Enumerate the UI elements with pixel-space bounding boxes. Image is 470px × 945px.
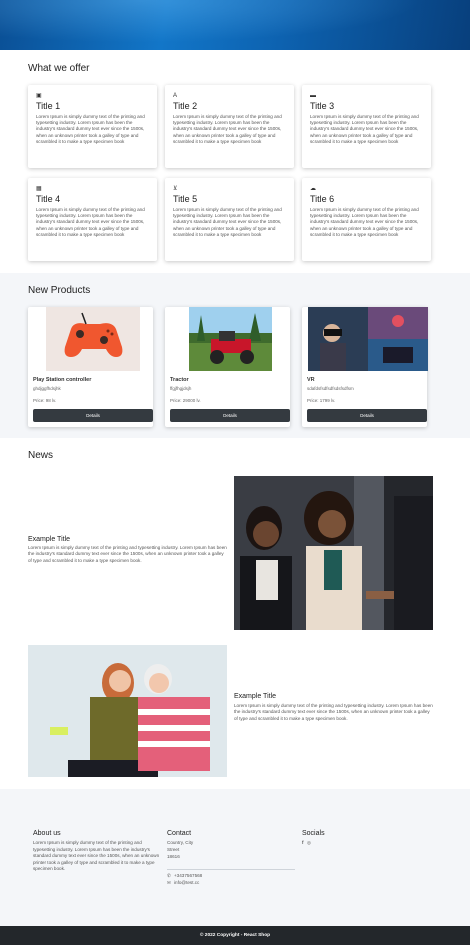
news-title: Example Title: [28, 536, 71, 543]
calendar-icon: ▦: [36, 186, 42, 192]
offer-card-text: Lorem Ipsum is simply dummy text of the …: [310, 207, 419, 237]
offer-card-text: Lorem Ipsum is simply dummy text of the …: [36, 207, 145, 237]
offer-card-text: Lorem Ipsum is simply dummy text of the …: [310, 114, 419, 144]
news-text: Lorem Ipsum is simply dummy text of the …: [234, 703, 433, 721]
offer-card-title: Title 5: [173, 194, 198, 204]
offer-card-text: Lorem Ipsum is simply dummy text of the …: [36, 114, 145, 144]
offer-card: ▬ Title 3 Lorem Ipsum is simply dummy te…: [302, 85, 431, 168]
envelope-icon: ✉: [167, 880, 171, 885]
gamepad-icon: [46, 307, 140, 371]
news-title: Example Title: [234, 693, 277, 700]
language-icon: A: [173, 93, 178, 99]
news-text: Lorem Ipsum is simply dummy text of the …: [28, 545, 227, 563]
products-heading: New Products: [28, 285, 91, 296]
instagram-icon[interactable]: ◎: [307, 840, 311, 847]
cloud-icon: ☁: [310, 186, 316, 192]
offer-card-title: Title 6: [310, 194, 335, 204]
car-icon: ▬: [310, 93, 316, 99]
offer-card: ⊻ Title 5 Lorem Ipsum is simply dummy te…: [165, 178, 294, 261]
offer-heading: What we offer: [28, 63, 90, 74]
footer-contact-heading: Contact: [167, 830, 192, 837]
tractor-icon: [189, 307, 272, 371]
phone-icon: ✆: [167, 873, 171, 878]
product-image-vr[interactable]: [308, 307, 428, 371]
news-image-handshake: [234, 476, 433, 630]
news-image-women: [28, 645, 227, 777]
product-card: VR sdafdsfsdfsdfsdsfsdfsm Price: 1799 lv…: [302, 307, 428, 427]
product-description: ffgjfhgjdsjh: [170, 386, 192, 391]
news-heading: News: [28, 450, 54, 461]
footer-about-text: Lorem Ipsum is simply dummy text of the …: [33, 840, 160, 872]
offer-card-text: Lorem Ipsum is simply dummy text of the …: [173, 114, 282, 144]
footer-address-line: Street: [167, 847, 180, 852]
product-price: Price: 98 lv.: [33, 398, 57, 403]
offer-card: ▣ Title 1 Lorem Ipsum is simply dummy te…: [28, 85, 157, 168]
footer-address-line: Country, City: [167, 840, 194, 845]
product-card: Play Station controller ghdjggfhdsjhk Pr…: [28, 307, 153, 427]
details-button[interactable]: Details: [170, 409, 290, 422]
product-name: VR: [307, 377, 315, 383]
facebook-icon[interactable]: f: [302, 840, 304, 847]
offer-card-title: Title 3: [310, 101, 335, 111]
product-name: Play Station controller: [33, 377, 92, 383]
offer-card: ☁ Title 6 Lorem Ipsum is simply dummy te…: [302, 178, 431, 261]
details-button[interactable]: Details: [33, 409, 153, 422]
footer-address-line: 18616: [167, 854, 180, 859]
hero-banner: [0, 0, 470, 50]
copyright-bar: © 2022 Copyright - React Shop: [0, 926, 470, 945]
details-button[interactable]: Details: [307, 409, 427, 422]
product-name: Tractor: [170, 377, 189, 383]
offer-card: ▦ Title 4 Lorem Ipsum is simply dummy te…: [28, 178, 157, 261]
product-description: ghdjggfhdsjhk: [33, 386, 61, 391]
product-price: Price: 29000 lv.: [170, 398, 201, 403]
offer-card-title: Title 2: [173, 101, 198, 111]
vr-headset-icon: [308, 307, 428, 371]
footer-divider: [167, 869, 295, 870]
product-description: sdafdsfsdfsdfsdsfsdfsm: [307, 386, 354, 391]
offer-card: A Title 2 Lorem Ipsum is simply dummy te…: [165, 85, 294, 168]
footer-about-heading: About us: [33, 830, 61, 837]
product-price: Price: 1799 lv.: [307, 398, 336, 403]
footer-phone: +3437567568: [174, 873, 203, 878]
offer-card-title: Title 1: [36, 101, 61, 111]
product-image-controller[interactable]: [46, 307, 140, 371]
product-card: Tractor ffgjfhgjdsjh Price: 29000 lv. De…: [165, 307, 290, 427]
product-image-tractor[interactable]: [189, 307, 272, 371]
cart-icon: ⊻: [173, 186, 178, 192]
offer-card-title: Title 4: [36, 194, 61, 204]
footer-email[interactable]: info@test.cc: [174, 880, 199, 887]
offer-card-text: Lorem Ipsum is simply dummy text of the …: [173, 207, 282, 237]
footer-socials-heading: Socials: [302, 830, 325, 837]
book-icon: ▣: [36, 93, 42, 99]
